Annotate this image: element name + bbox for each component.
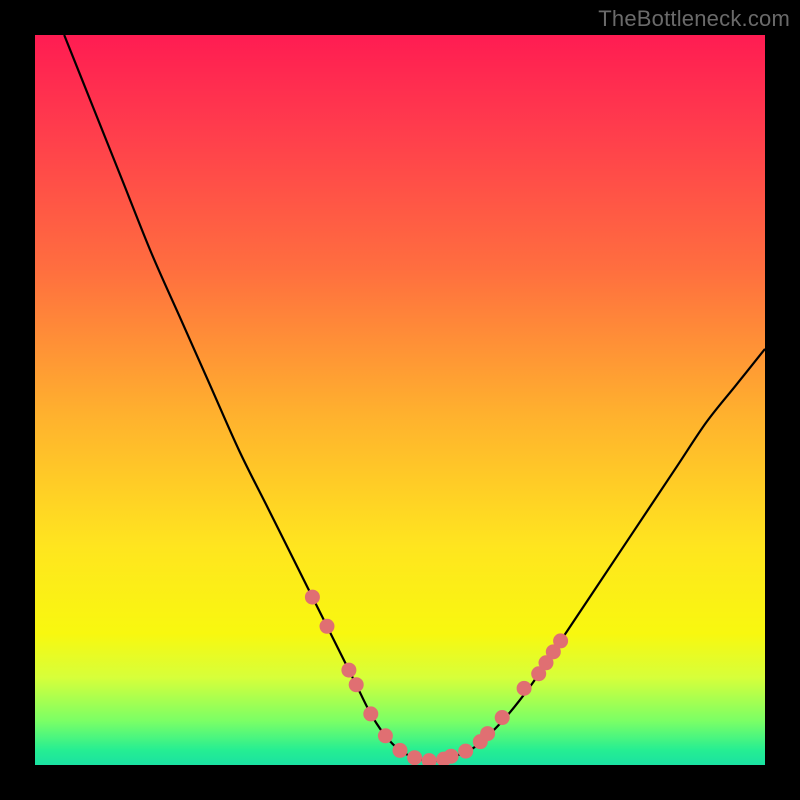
- watermark-text: TheBottleneck.com: [598, 6, 790, 32]
- data-marker: [553, 633, 568, 648]
- data-marker: [320, 619, 335, 634]
- plot-area: [35, 35, 765, 765]
- data-marker: [378, 728, 393, 743]
- data-marker: [349, 677, 364, 692]
- data-marker: [495, 710, 510, 725]
- chart-frame: TheBottleneck.com: [0, 0, 800, 800]
- data-marker: [458, 744, 473, 759]
- data-marker: [480, 726, 495, 741]
- data-marker: [444, 749, 459, 764]
- data-marker: [341, 663, 356, 678]
- data-marker: [363, 706, 378, 721]
- marker-layer: [305, 590, 568, 765]
- data-marker: [422, 753, 437, 765]
- data-marker: [305, 590, 320, 605]
- data-marker: [517, 681, 532, 696]
- bottleneck-curve: [64, 35, 765, 761]
- data-marker: [407, 750, 422, 765]
- curve-layer: [64, 35, 765, 761]
- data-marker: [393, 743, 408, 758]
- chart-svg: [35, 35, 765, 765]
